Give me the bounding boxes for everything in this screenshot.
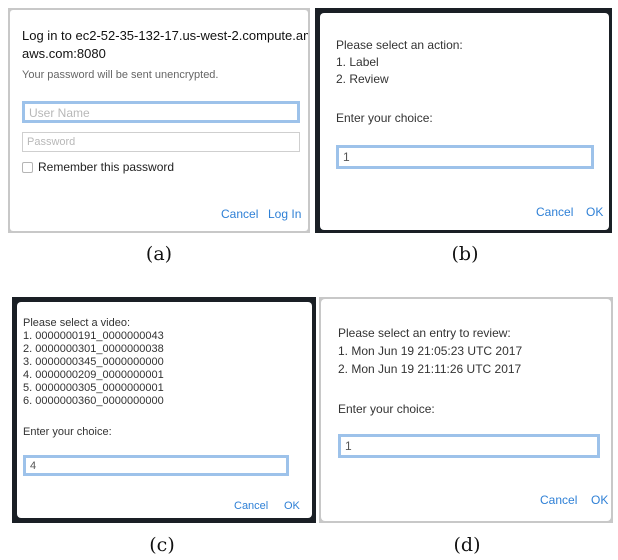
choice-input[interactable]: 1 <box>336 145 594 169</box>
video-option-2: 2. 0000000301_0000000038 <box>23 343 164 355</box>
panel-d-caption: (d) <box>453 534 481 556</box>
choice-prompt: Enter your choice: <box>338 402 435 416</box>
panel-d-frame: Please select an entry to review: 1. Mon… <box>319 297 613 523</box>
action-option-1: 1. Label <box>336 55 379 69</box>
review-prompt: Please select an entry to review: <box>338 326 511 340</box>
video-dialog: Please select a video: 1. 0000000191_000… <box>17 302 312 518</box>
cancel-button[interactable]: Cancel <box>221 207 258 221</box>
panel-c-caption: (c) <box>149 534 175 556</box>
review-option-2: 2. Mon Jun 19 21:11:26 UTC 2017 <box>338 362 522 376</box>
ok-button[interactable]: OK <box>591 493 608 507</box>
video-option-5: 5. 0000000305_0000000001 <box>23 382 164 394</box>
login-title-line2: aws.com:8080 <box>22 46 106 61</box>
password-input[interactable]: Password <box>22 132 300 152</box>
username-input[interactable]: User Name <box>22 101 300 123</box>
ok-button[interactable]: OK <box>284 500 300 512</box>
choice-prompt: Enter your choice: <box>23 426 112 438</box>
login-button[interactable]: Log In <box>268 207 301 221</box>
choice-input[interactable]: 4 <box>23 455 289 476</box>
panel-c-frame: Please select a video: 1. 0000000191_000… <box>12 297 316 523</box>
review-option-1: 1. Mon Jun 19 21:05:23 UTC 2017 <box>338 344 523 358</box>
panel-a-frame: Log in to ec2-52-35-132-17.us-west-2.com… <box>8 8 310 233</box>
panel-b-caption: (b) <box>451 243 479 265</box>
video-option-6: 6. 0000000360_0000000000 <box>23 395 164 407</box>
remember-label: Remember this password <box>38 160 175 174</box>
cancel-button[interactable]: Cancel <box>234 500 268 512</box>
video-option-1: 1. 0000000191_0000000043 <box>23 330 164 342</box>
panel-a-caption: (a) <box>145 243 173 265</box>
action-option-2: 2. Review <box>336 72 389 86</box>
video-option-3: 3. 0000000345_0000000000 <box>23 356 164 368</box>
choice-input[interactable]: 1 <box>338 434 600 458</box>
remember-checkbox[interactable] <box>22 162 33 173</box>
review-dialog: Please select an entry to review: 1. Mon… <box>321 299 611 521</box>
login-subtitle: Your password will be sent unencrypted. <box>22 69 219 81</box>
ok-button[interactable]: OK <box>586 205 603 219</box>
choice-prompt: Enter your choice: <box>336 111 433 125</box>
panel-b-frame: Please select an action: 1. Label 2. Rev… <box>315 8 612 233</box>
login-dialog: Log in to ec2-52-35-132-17.us-west-2.com… <box>10 10 308 231</box>
video-prompt: Please select a video: <box>23 317 131 329</box>
action-prompt: Please select an action: <box>336 38 463 52</box>
video-option-4: 4. 0000000209_0000000001 <box>23 369 164 381</box>
cancel-button[interactable]: Cancel <box>536 205 573 219</box>
action-dialog: Please select an action: 1. Label 2. Rev… <box>320 13 609 230</box>
cancel-button[interactable]: Cancel <box>540 493 577 507</box>
login-title-line1: Log in to ec2-52-35-132-17.us-west-2.com… <box>22 28 308 43</box>
